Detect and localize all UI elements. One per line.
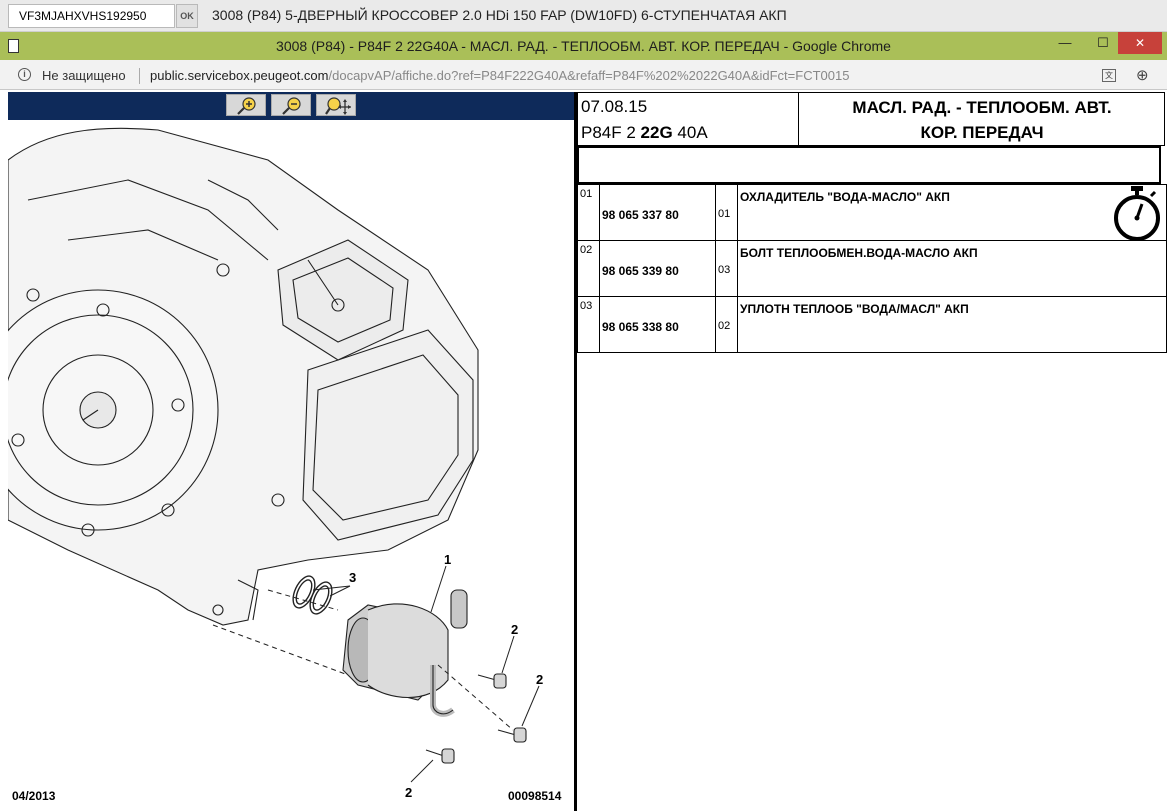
part-position: 03 (577, 296, 600, 353)
close-button[interactable]: ✕ (1118, 32, 1162, 54)
callout-3: 3 (349, 570, 356, 585)
diagram-toolbar (8, 92, 574, 120)
window-title-bar: 3008 (P84) - P84F 2 22G40A - МАСЛ. РАД. … (0, 32, 1167, 60)
table-row[interactable]: 02 98 065 339 80 03 БОЛТ ТЕПЛООБМЕН.ВОДА… (577, 240, 1167, 297)
header-code-prefix: P84F 2 (581, 123, 641, 142)
part-description: УПЛОТН ТЕПЛООБ "ВОДА/МАСЛ" АКП (737, 296, 1167, 353)
vin-toolbar: VF3MJAHXVHS192950 OK 3008 (P84) 5-ДВЕРНЫ… (0, 0, 1167, 32)
part-quantity: 01 (715, 184, 738, 241)
part-reference[interactable]: 98 065 337 80 (599, 184, 716, 241)
zoom-pan-button[interactable] (316, 94, 356, 116)
blank-info-box (577, 146, 1161, 184)
info-icon[interactable]: i (18, 68, 31, 81)
part-position: 01 (577, 184, 600, 241)
part-description: ОХЛАДИТЕЛЬ "ВОДА-МАСЛО" АКП (737, 184, 1167, 243)
seal-rings (292, 575, 333, 615)
part-quantity: 03 (715, 240, 738, 297)
header-title: МАСЛ. РАД. - ТЕПЛООБМ. АВТ. КОР. ПЕРЕДАЧ (799, 92, 1165, 146)
zoom-out-icon (282, 97, 301, 115)
url-path: /docapvAP/affiche.do?ref=P84F222G40A&ref… (328, 68, 850, 83)
part-description-text: ОХЛАДИТЕЛЬ "ВОДА-МАСЛО" АКП (740, 190, 950, 204)
parts-pane: 07.08.15 P84F 2 22G 40A МАСЛ. РАД. - ТЕП… (577, 92, 1167, 811)
table-row[interactable]: 03 98 065 338 80 02 УПЛОТН ТЕПЛООБ "ВОДА… (577, 296, 1167, 353)
diagram-reference: 00098514 (508, 789, 562, 803)
header-code-suffix: 40A (672, 123, 708, 142)
vin-ok-button[interactable]: OK (176, 4, 198, 28)
part-reference[interactable]: 98 065 338 80 (599, 296, 716, 353)
security-label[interactable]: Не защищено (42, 68, 126, 83)
header-code: P84F 2 22G 40A (581, 123, 708, 143)
zoom-pan-icon (325, 97, 351, 115)
vin-input[interactable]: VF3MJAHXVHS192950 (8, 4, 175, 28)
stopwatch-icon[interactable] (1112, 185, 1162, 243)
header-info: 07.08.15 P84F 2 22G 40A (577, 92, 799, 146)
zoom-in-button[interactable] (226, 94, 266, 116)
vehicle-title: 3008 (P84) 5-ДВЕРНЫЙ КРОССОВЕР 2.0 HDi 1… (212, 7, 787, 23)
zoom-in-icon (237, 97, 256, 115)
part-position: 02 (577, 240, 600, 297)
callout-2c: 2 (405, 785, 412, 800)
callout-1: 1 (444, 552, 451, 567)
part-quantity: 02 (715, 296, 738, 353)
part-description: БОЛТ ТЕПЛООБМЕН.ВОДА-МАСЛО АКП (737, 240, 1167, 297)
diagram-date: 04/2013 (12, 789, 56, 803)
diagram-pane: 1 2 2 2 3 04/2013 00098514 (8, 92, 574, 811)
address-separator (139, 68, 140, 84)
header-code-bold: 22G (640, 123, 673, 142)
url-host: public.servicebox.peugeot.com (150, 68, 329, 83)
zoom-out-button[interactable] (271, 94, 311, 116)
parts-table: 01 98 065 337 80 01 ОХЛАДИТЕЛЬ "ВОДА-МАС… (577, 184, 1167, 353)
minimize-button[interactable]: — (1050, 32, 1080, 54)
header-date: 07.08.15 (581, 97, 648, 116)
oil-cooler (342, 589, 468, 717)
table-row[interactable]: 01 98 065 337 80 01 ОХЛАДИТЕЛЬ "ВОДА-МАС… (577, 184, 1167, 243)
maximize-button[interactable]: ☐ (1088, 32, 1118, 54)
zoom-icon[interactable]: ⊕ (1136, 66, 1149, 84)
callout-2b: 2 (536, 672, 543, 687)
address-bar[interactable]: i Не защищено public.servicebox.peugeot.… (0, 60, 1167, 90)
header-title-line1: МАСЛ. РАД. - ТЕПЛООБМ. АВТ. (852, 98, 1112, 117)
translate-icon[interactable]: 文 (1102, 69, 1116, 82)
part-reference[interactable]: 98 065 339 80 (599, 240, 716, 297)
url-text[interactable]: public.servicebox.peugeot.com/docapvAP/a… (150, 68, 849, 83)
callout-2a: 2 (511, 622, 518, 637)
exploded-parts-diagram: 1 2 2 2 3 (8, 127, 543, 800)
header-title-line2: КОР. ПЕРЕДАЧ (920, 123, 1044, 142)
window-title: 3008 (P84) - P84F 2 22G40A - МАСЛ. РАД. … (276, 38, 891, 54)
